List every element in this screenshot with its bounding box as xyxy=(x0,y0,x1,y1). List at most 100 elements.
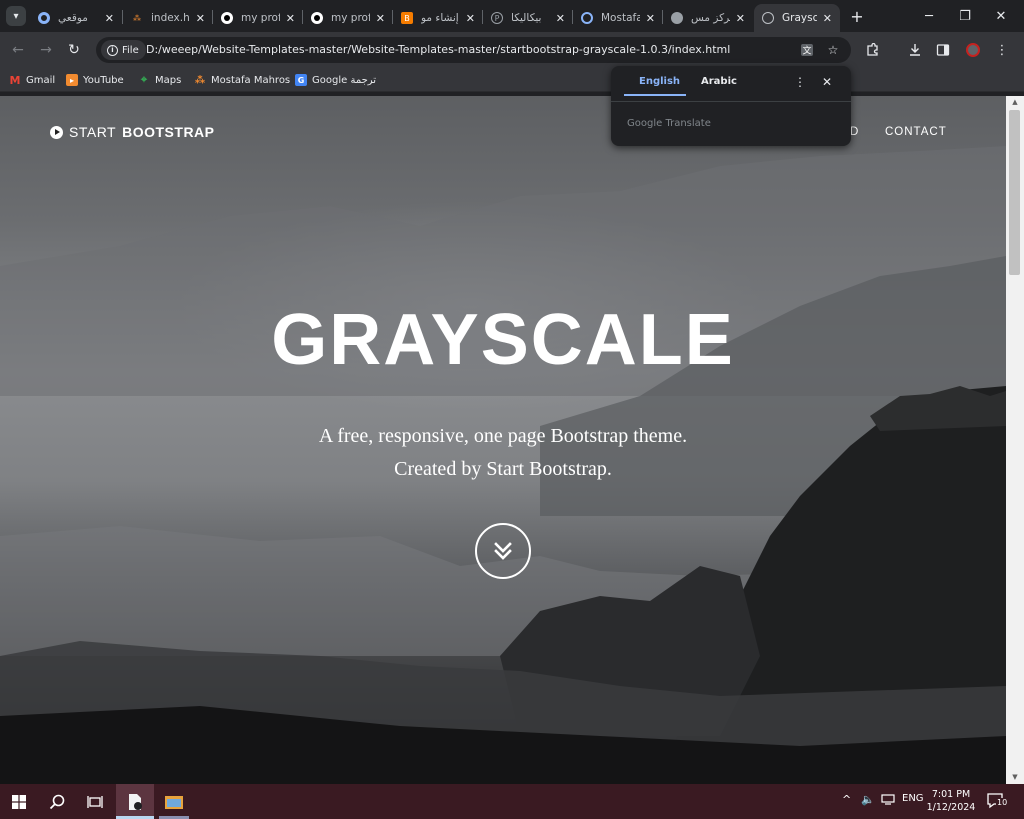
info-icon: i xyxy=(107,44,118,56)
menu-kebab-icon[interactable]: ⋮ xyxy=(992,40,1012,60)
windows-logo-icon xyxy=(12,794,26,809)
reload-button[interactable]: ↻ xyxy=(64,40,84,60)
taskbar-clock[interactable]: 7:01 PM 1/12/2024 xyxy=(922,788,980,814)
translate-options-kebab-icon[interactable]: ⋮ xyxy=(792,74,808,90)
close-icon[interactable]: ✕ xyxy=(823,12,832,25)
notification-center-button[interactable]: 10 xyxy=(986,792,1009,810)
active-tab-indicator xyxy=(624,94,686,96)
bookmark-google-translate[interactable]: G Google ترجمة xyxy=(295,72,376,88)
close-icon[interactable]: ✕ xyxy=(196,12,205,25)
bookmark-label: Maps xyxy=(155,74,182,86)
arrow-left-icon: ← xyxy=(12,42,24,58)
translate-popup: English Arabic ⋮ ✕ Google Translate xyxy=(611,66,851,146)
brand-logo[interactable]: START BOOTSTRAP xyxy=(50,124,215,140)
tab-title: إنشاء مو xyxy=(421,12,459,24)
tab-4[interactable]: B إنشاء مو ✕ xyxy=(393,4,483,32)
close-window-button[interactable]: ✕ xyxy=(982,0,1020,32)
tab-6[interactable]: Mostafa ✕ xyxy=(573,4,663,32)
extensions-icon[interactable] xyxy=(862,40,882,60)
brand-light-text: START xyxy=(69,124,117,140)
document-app-icon xyxy=(129,793,142,810)
tab-3[interactable]: my prof ✕ xyxy=(303,4,393,32)
forward-button[interactable]: → xyxy=(36,40,56,60)
bookmark-youtube[interactable]: ▸ YouTube xyxy=(66,72,124,88)
scrollbar-thumb[interactable] xyxy=(1009,110,1020,275)
notification-count: 10 xyxy=(996,798,1009,807)
github-icon xyxy=(221,12,233,24)
close-icon[interactable]: ✕ xyxy=(286,12,295,25)
restore-icon: ❐ xyxy=(959,8,971,24)
svg-text:文: 文 xyxy=(802,45,811,57)
tab-title: Mostafa xyxy=(601,12,640,24)
side-panel-icon[interactable] xyxy=(933,40,953,60)
close-icon[interactable]: ✕ xyxy=(466,12,475,25)
tab-8-active[interactable]: Graysca ✕ xyxy=(754,4,840,32)
double-chevron-down-icon xyxy=(494,542,512,560)
bookmark-label: YouTube xyxy=(83,74,124,86)
input-language[interactable]: ENG xyxy=(902,793,924,804)
nav-link-contact[interactable]: CONTACT xyxy=(885,126,947,138)
scroll-down-arrow-icon[interactable]: ▼ xyxy=(1010,773,1020,781)
tab-5[interactable]: P بيكاليكا ✕ xyxy=(483,4,573,32)
start-button[interactable] xyxy=(0,784,38,819)
profile-avatar[interactable] xyxy=(963,40,983,60)
site-info-chip[interactable]: i File xyxy=(101,40,146,60)
bookmark-label: Gmail xyxy=(26,74,56,86)
arrow-right-icon: → xyxy=(40,42,52,58)
close-icon[interactable]: ✕ xyxy=(376,12,385,25)
close-icon[interactable]: ✕ xyxy=(556,12,565,25)
bookmark-star-icon[interactable]: ☆ xyxy=(824,41,842,59)
nav-link-partial[interactable]: D xyxy=(850,126,859,138)
circle-blue-icon xyxy=(38,12,50,24)
hero-subtitle-line-2: Created by Start Bootstrap. xyxy=(394,458,612,480)
download-icon[interactable] xyxy=(905,40,925,60)
translate-tab-arabic[interactable]: Arabic xyxy=(701,76,737,96)
dots-orange-icon: ⁂ xyxy=(133,13,141,23)
bookmark-maps[interactable]: ⌖ Maps xyxy=(138,72,181,88)
translate-tab-english[interactable]: English xyxy=(639,76,680,96)
tab-title: بيكاليكا xyxy=(511,12,542,24)
tab-title: موقعي xyxy=(58,12,88,24)
task-view-button[interactable] xyxy=(76,784,114,819)
maps-icon: ⌖ xyxy=(140,73,148,86)
clock-date: 1/12/2024 xyxy=(926,802,976,813)
back-button[interactable]: ← xyxy=(8,40,28,60)
network-icon[interactable] xyxy=(881,793,895,805)
restore-button[interactable]: ❐ xyxy=(946,0,984,32)
translate-close-icon[interactable]: ✕ xyxy=(819,74,835,90)
taskbar-app-explorer[interactable] xyxy=(155,784,193,819)
close-icon[interactable]: ✕ xyxy=(736,12,745,25)
url-text[interactable]: D:/weeep/Website-Templates-master/Websit… xyxy=(146,43,730,56)
taskbar-app-chrome[interactable] xyxy=(116,784,154,819)
bookmark-mostafa-mahros[interactable]: ⁂ Mostafa Mahros xyxy=(194,72,290,88)
tab-1[interactable]: ⁂ index.ht ✕ xyxy=(123,4,213,32)
avatar-icon xyxy=(966,43,980,57)
scroll-down-button[interactable] xyxy=(475,523,531,579)
browser-toolbar: ← → ↻ i File D:/weeep/Website-Templates-… xyxy=(0,32,1024,68)
bookmarks-bar: M Gmail ▸ YouTube ⌖ Maps ⁂ Mostafa Mahro… xyxy=(0,68,1024,92)
hero-subtitle: A free, responsive, one page Bootstrap t… xyxy=(0,420,1006,486)
minimize-icon: ─ xyxy=(925,8,933,24)
volume-icon[interactable]: 🔈 xyxy=(861,793,875,806)
close-icon[interactable]: ✕ xyxy=(105,12,114,25)
globe-icon xyxy=(671,12,683,24)
close-icon[interactable]: ✕ xyxy=(646,12,655,25)
site-info-label: File xyxy=(122,44,139,56)
close-icon: ✕ xyxy=(995,8,1007,24)
tab-0[interactable]: موقعي ✕ xyxy=(30,4,122,32)
search-icon xyxy=(49,794,65,809)
tab-7[interactable]: مركز مس ✕ xyxy=(663,4,753,32)
search-button[interactable] xyxy=(38,784,76,819)
tab-2[interactable]: my prof ✕ xyxy=(213,4,303,32)
bookmark-gmail[interactable]: M Gmail xyxy=(9,72,56,88)
tab-search-button[interactable]: ▾ xyxy=(6,6,26,26)
tray-chevron-up-icon[interactable]: ^ xyxy=(842,793,851,806)
scroll-up-arrow-icon[interactable]: ▲ xyxy=(1010,98,1020,106)
address-bar[interactable]: i File D:/weeep/Website-Templates-master… xyxy=(96,37,851,63)
tab-strip: ▾ موقعي ✕ ⁂ index.ht ✕ my prof ✕ my prof… xyxy=(0,0,1024,32)
new-tab-button[interactable]: + xyxy=(847,6,867,26)
tab-title: مركز مس xyxy=(691,12,730,24)
brand-bold-text: BOOTSTRAP xyxy=(122,124,215,140)
translate-page-icon[interactable]: 文 xyxy=(798,41,816,59)
minimize-button[interactable]: ─ xyxy=(910,0,948,32)
